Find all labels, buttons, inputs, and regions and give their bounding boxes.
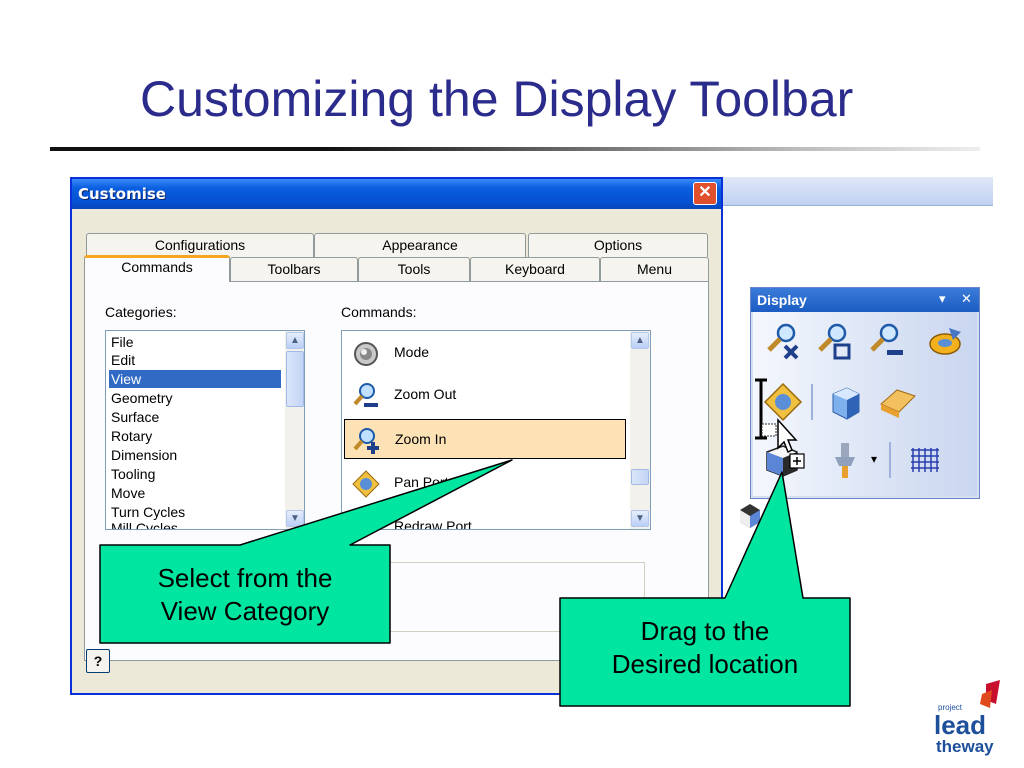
command-item-mode[interactable]: Mode	[344, 333, 626, 373]
command-item-zoom-in[interactable]: Zoom In	[344, 419, 626, 459]
chevron-down-icon[interactable]: ▾	[939, 291, 946, 307]
categories-label: Categories:	[105, 304, 177, 320]
plane-view-icon[interactable]	[877, 382, 917, 422]
callout-right-text: Drag to the Desired location	[560, 615, 850, 681]
shaded-view-icon[interactable]	[825, 382, 865, 422]
category-item-view[interactable]: View	[109, 370, 281, 388]
command-label: Zoom In	[395, 431, 447, 447]
scroll-up-icon[interactable]: ▲	[631, 332, 649, 349]
toolbar-title: Display	[757, 292, 807, 308]
zoom-out-icon[interactable]	[867, 322, 907, 362]
zoom-fit-icon[interactable]	[763, 322, 803, 362]
commands-label: Commands:	[341, 304, 417, 320]
refresh-icon[interactable]	[925, 322, 965, 362]
dialog-title: Customise	[78, 185, 166, 203]
tab-configurations[interactable]: Configurations	[86, 233, 314, 257]
zoom-in-icon	[353, 428, 379, 454]
command-label: Zoom Out	[394, 386, 457, 402]
callout-right-line: Desired location	[611, 649, 799, 679]
tab-appearance[interactable]: Appearance	[314, 233, 526, 257]
pan-icon[interactable]	[763, 382, 803, 422]
project-lead-the-way-logo: project lead theway	[934, 680, 1000, 756]
category-item[interactable]: Rotary	[109, 427, 281, 445]
callout-left-line: View Category	[160, 596, 330, 626]
chevron-down-icon[interactable]: ▾	[871, 452, 877, 466]
title-divider	[50, 147, 980, 151]
tab-toolbars[interactable]: Toolbars	[230, 257, 358, 281]
callout-left-text: Select from the View Category	[95, 562, 395, 628]
zoom-out-icon	[353, 383, 378, 407]
toolbar-separator	[811, 384, 813, 420]
zoom-window-icon[interactable]	[815, 322, 855, 362]
toolbar-titlebar[interactable]: Display ▾ ✕	[751, 288, 979, 312]
command-label: Mode	[394, 344, 430, 360]
drag-cursor-icon	[761, 418, 805, 469]
tab-commands[interactable]: Commands	[84, 255, 230, 282]
category-item[interactable]: File	[109, 333, 281, 351]
category-item[interactable]: Geometry	[109, 389, 281, 407]
tab-tools[interactable]: Tools	[358, 257, 470, 281]
svg-text:theway: theway	[936, 737, 994, 756]
grid-icon[interactable]	[905, 440, 945, 480]
command-item-zoom-out[interactable]: Zoom Out	[344, 375, 626, 415]
toolbar-separator	[889, 442, 891, 478]
callout-right-line: Drag to the	[640, 616, 770, 646]
callout-left-line: Select from the	[157, 563, 333, 593]
slide-title: Customizing the Display Toolbar	[140, 71, 854, 127]
close-icon[interactable]: ✕	[693, 182, 717, 205]
tab-menu[interactable]: Menu	[600, 257, 709, 281]
dialog-titlebar[interactable]: Customise ✕	[72, 179, 721, 209]
tab-options[interactable]: Options	[528, 233, 708, 257]
category-item[interactable]: Edit	[109, 351, 281, 369]
category-item[interactable]: Surface	[109, 408, 281, 426]
svg-text:lead: lead	[934, 710, 986, 740]
tab-keyboard[interactable]: Keyboard	[470, 257, 600, 281]
scroll-thumb[interactable]	[286, 351, 304, 407]
mode-icon	[354, 342, 378, 366]
background-window-titlebar	[723, 177, 993, 206]
close-icon[interactable]: ✕	[961, 291, 972, 307]
scroll-up-icon[interactable]: ▲	[286, 332, 304, 349]
